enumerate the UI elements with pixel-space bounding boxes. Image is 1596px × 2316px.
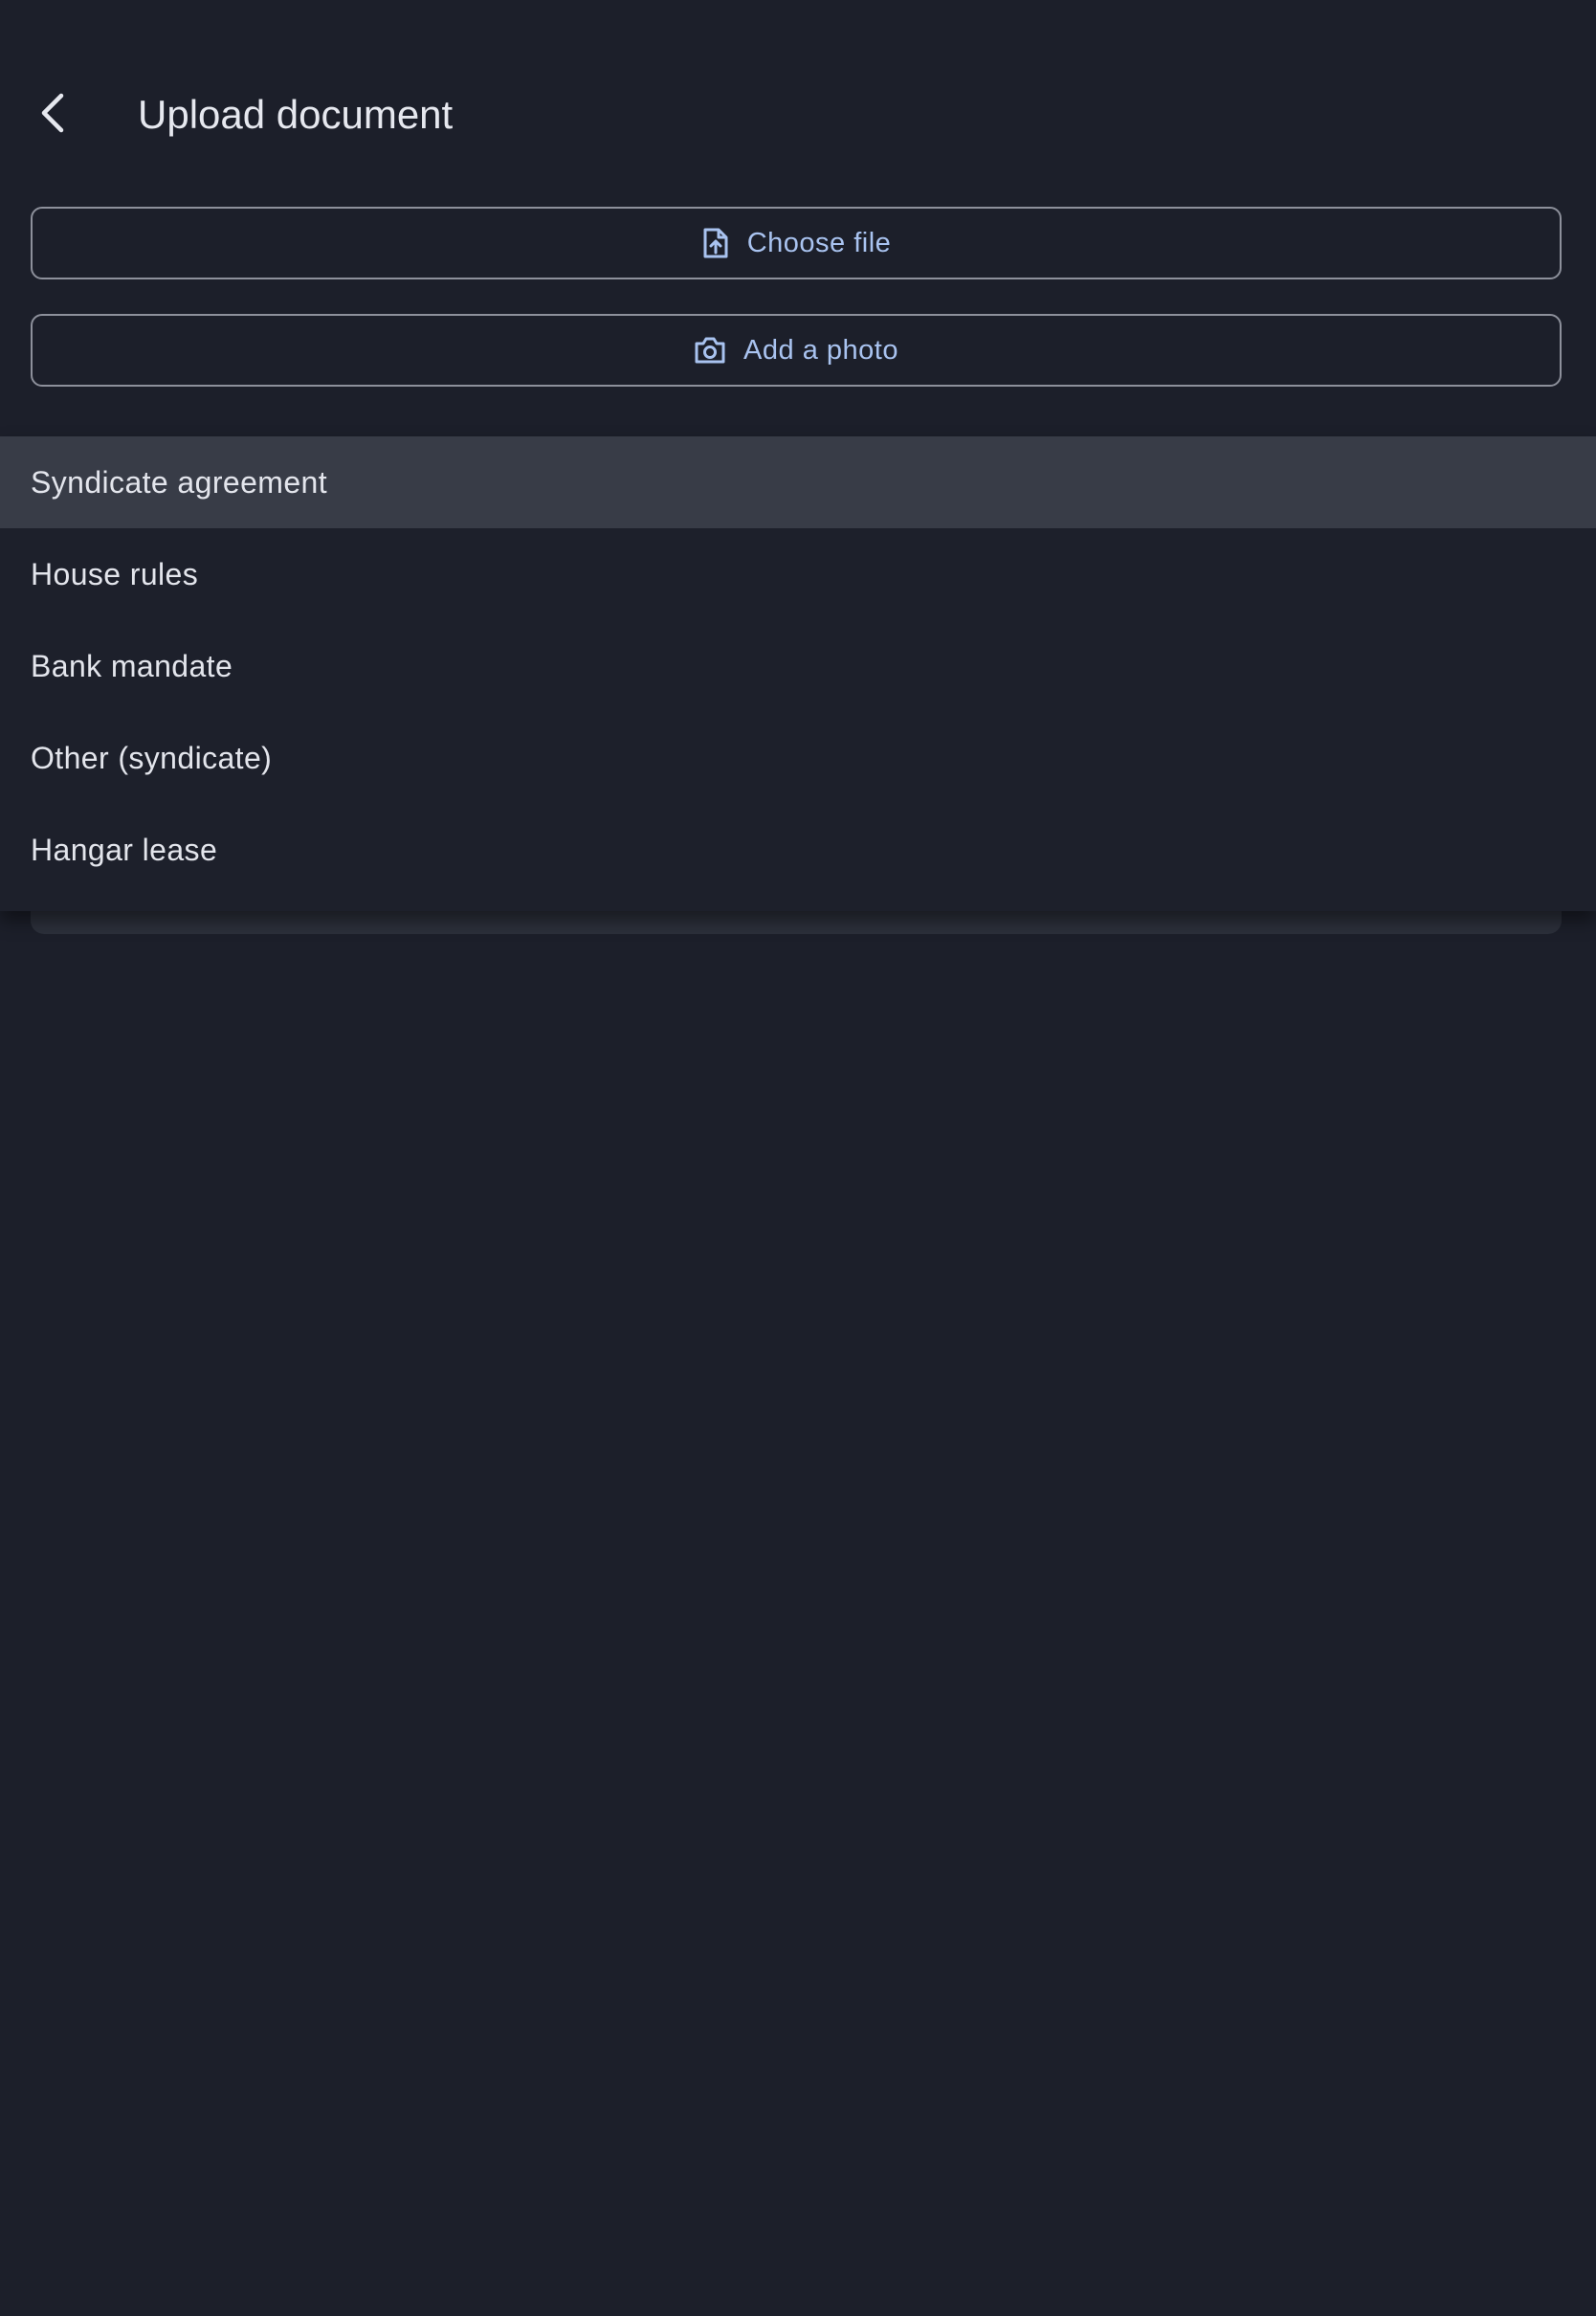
camera-icon: [694, 336, 726, 365]
page-title: Upload document: [138, 92, 454, 137]
menu-item-syndicate-agreement[interactable]: Syndicate agreement: [0, 436, 1596, 528]
menu-item-house-rules[interactable]: House rules: [0, 528, 1596, 620]
app-bar: Upload document: [0, 0, 1596, 191]
menu-item-other-syndicate[interactable]: Other (syndicate): [0, 712, 1596, 804]
menu-item-hangar-lease[interactable]: Hangar lease: [0, 804, 1596, 896]
menu-item-bank-mandate[interactable]: Bank mandate: [0, 620, 1596, 712]
add-photo-label: Add a photo: [743, 334, 898, 366]
file-upload-icon: [701, 227, 730, 259]
choose-file-label: Choose file: [746, 227, 892, 258]
add-photo-button[interactable]: Add a photo: [31, 314, 1562, 387]
document-type-menu: Syndicate agreement House rules Bank man…: [0, 436, 1596, 911]
choose-file-button[interactable]: Choose file: [31, 207, 1562, 279]
chevron-left-icon: [41, 93, 64, 133]
back-button[interactable]: [23, 82, 84, 144]
